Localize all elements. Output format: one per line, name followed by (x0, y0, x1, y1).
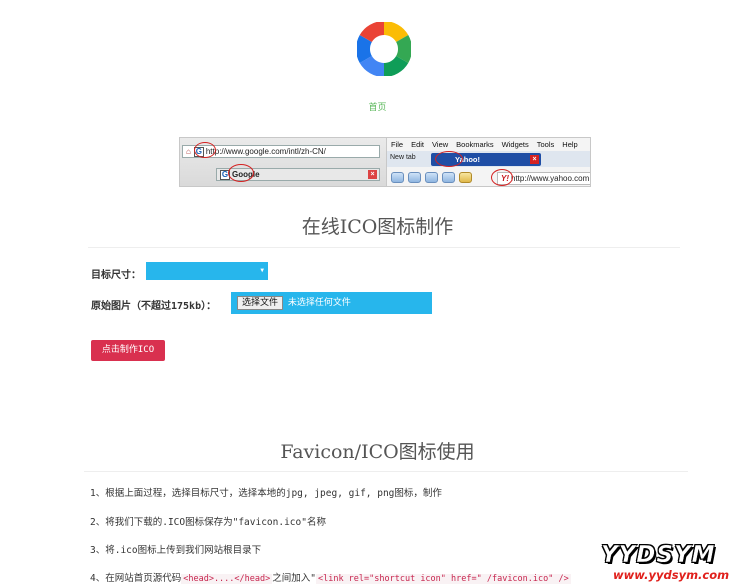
demo-yahoo-url: http://www.yahoo.com (511, 174, 590, 183)
highlight-circle (194, 142, 216, 158)
demo-google-url: http://www.google.com/intl/zh-CN/ (205, 147, 326, 156)
highlight-circle (228, 164, 254, 182)
file-status: 未选择任何文件 (287, 298, 351, 308)
size-select[interactable]: 16PX X 16PX ▼ (146, 262, 268, 294)
demo-menu-file: File (391, 140, 404, 149)
maker-title: 在线ICO图标制作 (301, 216, 454, 238)
highlight-circle (435, 151, 463, 167)
usage-title: Favicon/ICO图标使用 (280, 441, 475, 463)
watermark-url: www.yydsym.com (611, 568, 732, 582)
usage-step-4-prefix: 4、在网站首页源代码 (90, 573, 182, 584)
choose-file-button[interactable]: 选择文件 (237, 295, 284, 310)
code-head-tag: <head>....</head> (181, 574, 273, 584)
divider (88, 247, 680, 248)
code-link-tag: <link rel="shortcut icon" href=" /favico… (315, 574, 571, 584)
caret-down-icon: ▼ (260, 267, 264, 274)
close-icon: × (368, 170, 377, 179)
back-icon (391, 172, 404, 183)
demo-tab-strip: New tab Yahoo! × (387, 151, 590, 167)
demo-menu-view: View (432, 140, 449, 149)
demo-menu-widgets: Widgets (501, 140, 529, 149)
reload-icon (425, 172, 438, 183)
usage-step-4: 4、在网站首页源代码 <head>....</head> 之间加入" <link re… (90, 570, 571, 584)
home-icon: ⌂ (186, 147, 191, 156)
size-label: 目标尺寸： (91, 270, 141, 281)
favicon-demo-image: ⌂ Ghttp://www.google.com/intl/zh-CN/ G Goo… (179, 137, 591, 187)
color-ring-logo-icon[interactable] (357, 22, 411, 76)
demo-menu-tools: Tools (536, 140, 555, 149)
forward-icon (408, 172, 421, 183)
usage-step: 3、将.ico图标上传到我们网站根目录下 (90, 545, 262, 556)
demo-menu-bookmarks: Bookmarks (456, 140, 494, 149)
file-input[interactable]: 选择文件 未选择任何文件 (231, 292, 432, 314)
usage-step: 2、将我们下载的.ICO图标保存为"favicon.ico"名称 (90, 517, 326, 528)
skip-icon (442, 172, 455, 183)
home-link[interactable]: 首页 (0, 100, 755, 113)
demo-menu-bar: File Edit View Bookmarks Widgets Tools Help (391, 140, 586, 149)
demo-menu-edit: Edit (411, 140, 425, 149)
close-icon: × (530, 155, 539, 164)
divider (84, 471, 688, 472)
highlight-circle (491, 169, 513, 186)
demo-browser-right: File Edit View Bookmarks Widgets Tools Help Ne… (386, 138, 590, 186)
image-label: 原始图片（不超过175kb）： (91, 301, 217, 312)
usage-step-4-middle: 之间加入" (272, 573, 316, 584)
make-ico-button[interactable]: 点击制作ICO (91, 340, 165, 361)
demo-new-tab: New tab (390, 154, 416, 161)
demo-browser-left: ⌂ Ghttp://www.google.com/intl/zh-CN/ G Goo… (180, 138, 386, 186)
demo-nav-buttons (391, 172, 472, 183)
demo-menu-help: Help (562, 140, 578, 149)
size-select-value: 16PX X 16PX (165, 284, 237, 294)
watermark-logo: YYDSYM (601, 542, 716, 568)
usage-step: 1、根据上面过程，选择目标尺寸，选择本地的jpg, jpeg, gif, png… (90, 488, 442, 499)
wand-icon (459, 172, 472, 183)
